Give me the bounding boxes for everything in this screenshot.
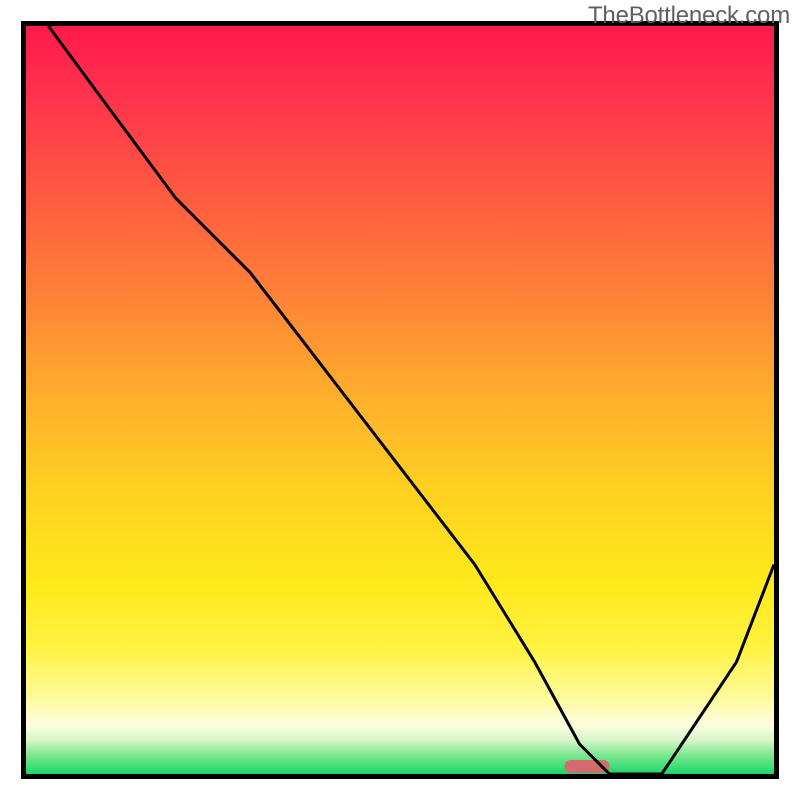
chart-container: { "watermark": "TheBottleneck.com", "cha…: [0, 0, 800, 800]
gradient-background: [26, 26, 774, 774]
bottleneck-chart: [0, 0, 800, 800]
watermark-text: TheBottleneck.com: [588, 2, 790, 30]
